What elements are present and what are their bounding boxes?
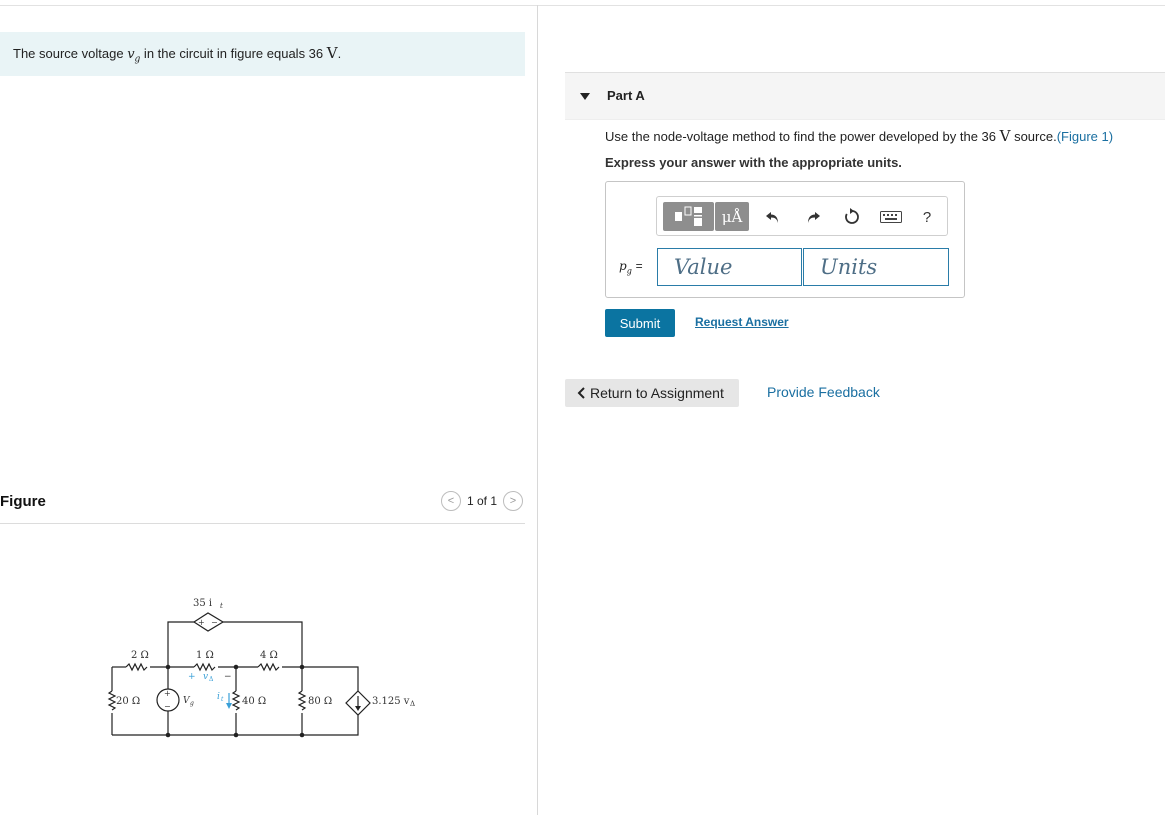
circuit-diagram: 2 Ω 1 Ω 4 Ω 20 Ω 40 Ω 80 Ω 35 i t + − 3.…	[107, 598, 415, 738]
label-1ohm: 1 Ω	[196, 650, 214, 661]
label-20ohm: 20 Ω	[116, 696, 140, 707]
problem-intro: The source voltage vg in the circuit in …	[0, 32, 525, 76]
wire-top-loop-left	[167, 621, 194, 667]
node-6	[299, 732, 305, 738]
request-answer-link[interactable]: Request Answer	[695, 315, 789, 329]
resistor-20ohm	[107, 690, 117, 711]
caret-down-icon	[580, 93, 590, 100]
figure-pager: < 1 of 1 >	[440, 491, 523, 511]
submit-button[interactable]: Submit	[605, 309, 675, 337]
return-label: Return to Assignment	[590, 385, 724, 401]
question-before: Use the node-voltage method to find the …	[605, 129, 1000, 144]
label-it: i	[217, 692, 220, 702]
resistor-80ohm	[297, 690, 307, 711]
chevron-left-icon: <	[447, 495, 455, 507]
label-vd: v	[203, 672, 208, 682]
answer-variable: pg =	[619, 259, 643, 275]
node-3	[299, 664, 305, 670]
label-dep-i: 3.125 v	[372, 696, 410, 707]
undo-icon[interactable]	[763, 207, 783, 227]
label-vg-minus: −	[164, 702, 171, 711]
wire-bottom	[112, 715, 359, 736]
label-40ohm: 40 Ω	[242, 696, 266, 707]
panel-divider	[537, 5, 538, 815]
intro-symbol: v	[127, 47, 135, 62]
wire-top-4	[282, 666, 359, 691]
provide-feedback-link[interactable]: Provide Feedback	[767, 384, 880, 400]
resistor-1ohm	[193, 662, 216, 672]
label-dep-v-minus: −	[211, 618, 218, 627]
answer-box: μÅ ? pg =	[605, 181, 965, 298]
answer-variable-symbol: p	[619, 259, 627, 273]
units-input[interactable]	[803, 248, 949, 286]
intro-unit: V	[326, 44, 338, 62]
math-toolbar: μÅ ?	[656, 196, 948, 236]
label-vd-minus: −	[224, 672, 232, 682]
intro-text-after: .	[337, 46, 342, 61]
label-vg-plus: +	[164, 689, 171, 698]
chevron-left-icon	[577, 387, 585, 399]
label-2ohm: 2 Ω	[131, 650, 149, 661]
question-unit: V	[999, 127, 1011, 145]
node-1	[165, 664, 171, 670]
node-2	[233, 664, 239, 670]
help-icon[interactable]: ?	[917, 207, 937, 227]
intro-text-middle: in the circuit in figure equals 36	[140, 46, 327, 61]
pager-count: 1 of 1	[466, 494, 497, 508]
label-dep-v-plus: +	[198, 618, 205, 627]
redo-icon[interactable]	[803, 207, 823, 227]
units-symbols-button[interactable]: μÅ	[715, 202, 749, 231]
label-dep-i-sub: Δ	[410, 700, 415, 708]
next-figure-button[interactable]: >	[503, 491, 523, 511]
prev-figure-button[interactable]: <	[440, 491, 461, 511]
answer-instruction: Express your answer with the appropriate…	[605, 155, 902, 170]
label-dep-v-sub: t	[220, 602, 223, 610]
label-80ohm: 80 Ω	[308, 696, 332, 707]
question-text: Use the node-voltage method to find the …	[605, 127, 1113, 145]
label-dep-v: 35 i	[193, 598, 212, 609]
label-vd-sub: Δ	[209, 676, 214, 683]
question-after: source.	[1010, 129, 1057, 144]
node-5	[233, 732, 239, 738]
reset-icon[interactable]	[842, 207, 862, 227]
node-4	[165, 732, 171, 738]
answer-variable-sub: g	[626, 266, 632, 276]
part-title: Part A	[607, 88, 645, 103]
label-vd-plus: +	[188, 672, 196, 682]
figure-header: Figure < 1 of 1 >	[0, 488, 525, 524]
keyboard-icon[interactable]	[879, 207, 903, 227]
part-a-header[interactable]: Part A	[565, 72, 1165, 120]
figure-link[interactable]: (Figure 1)	[1057, 129, 1113, 144]
templates-icon[interactable]	[663, 202, 714, 231]
label-vg-sub: g	[190, 700, 194, 707]
label-it-sub: t	[221, 696, 224, 703]
answer-equals: =	[635, 259, 643, 273]
intro-text-before: The source voltage	[13, 46, 128, 61]
top-rule	[0, 5, 1165, 6]
chevron-right-icon: >	[509, 495, 517, 507]
return-to-assignment-button[interactable]: Return to Assignment	[565, 379, 739, 407]
resistor-4ohm	[257, 662, 280, 672]
resistor-40ohm	[231, 690, 241, 711]
label-4ohm: 4 Ω	[260, 650, 278, 661]
figure-title: Figure	[0, 493, 46, 510]
value-input[interactable]	[657, 248, 802, 286]
resistor-2ohm	[125, 662, 148, 672]
